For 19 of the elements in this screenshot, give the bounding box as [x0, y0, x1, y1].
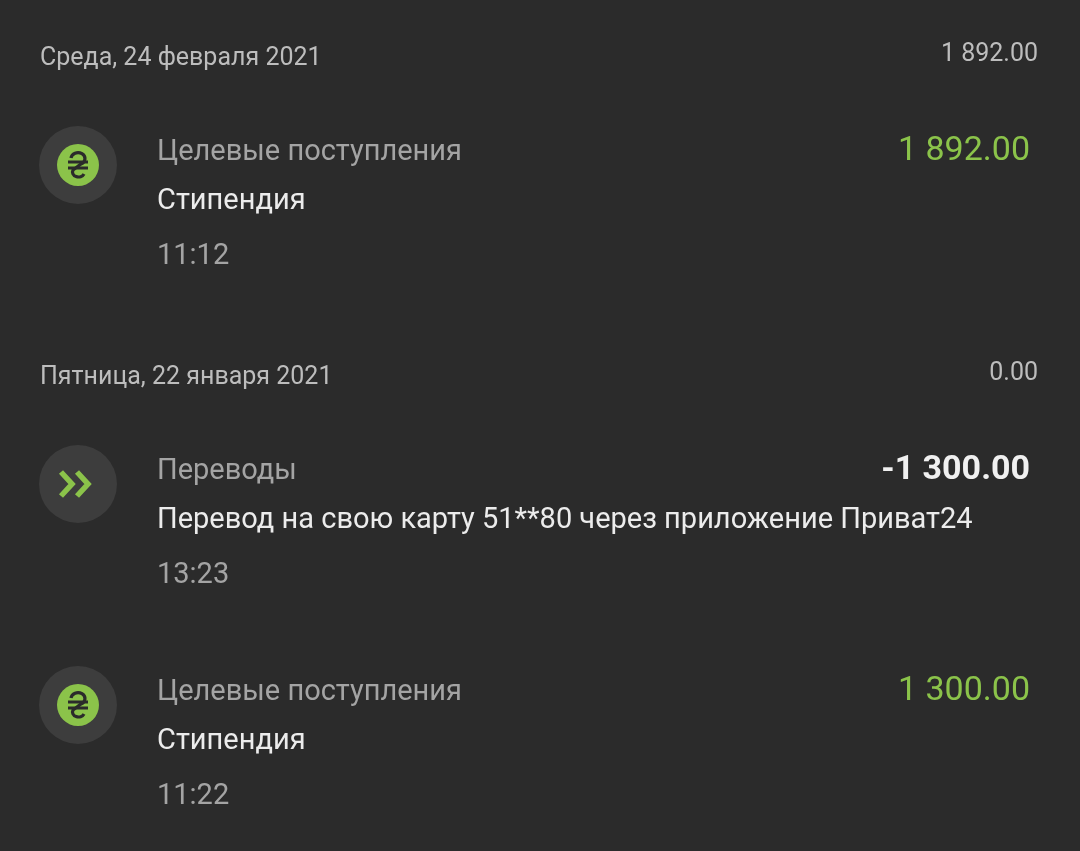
transaction-time: 13:23 — [157, 555, 231, 592]
hryvnia-coin-icon — [39, 666, 117, 744]
day-total: 0.00 — [989, 357, 1038, 386]
transaction-category: Целевые поступления — [157, 132, 462, 169]
transaction-description: Перевод на свою карту 51**80 через приложение Приват24 — [157, 500, 974, 537]
transaction-description: Стипендия — [157, 721, 307, 758]
hryvnia-coin-icon — [39, 126, 117, 204]
transaction-category: Переводы — [157, 451, 297, 488]
transaction-description: Стипендия — [157, 181, 307, 218]
transaction-amount: 1 892.00 — [897, 127, 1030, 170]
transaction-category: Целевые поступления — [157, 672, 462, 709]
transaction-amount: -1 300.00 — [881, 446, 1030, 489]
date-header: Пятница, 22 января 2021 — [40, 361, 333, 390]
transaction-time: 11:12 — [157, 236, 231, 273]
double-chevron-icon — [39, 445, 117, 523]
transaction-time: 11:22 — [157, 776, 231, 813]
transaction-amount: 1 300.00 — [897, 667, 1030, 710]
day-total: 1 892.00 — [940, 38, 1038, 67]
date-header: Среда, 24 февраля 2021 — [40, 42, 322, 71]
